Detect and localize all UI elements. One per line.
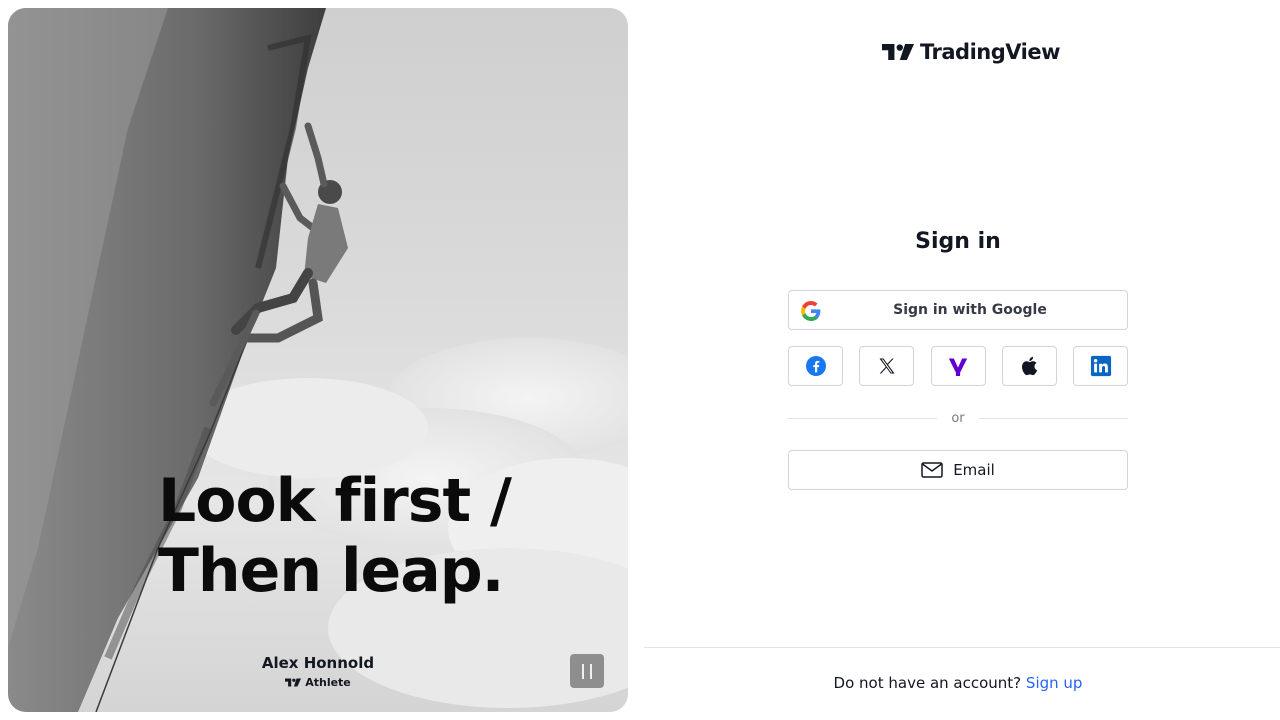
brand-logo[interactable]: TradingView bbox=[882, 40, 1060, 64]
email-signin-button[interactable]: Email bbox=[788, 450, 1128, 490]
athlete-name: Alex Honnold bbox=[261, 654, 375, 672]
climber-photo bbox=[8, 8, 628, 712]
or-label: or bbox=[951, 410, 965, 426]
brand-name: TradingView bbox=[920, 40, 1060, 64]
mail-icon bbox=[921, 462, 943, 478]
tradingview-logo-icon bbox=[882, 44, 914, 60]
signup-prompt-text: Do not have an account? bbox=[833, 674, 1022, 692]
email-signin-label: Email bbox=[953, 461, 995, 479]
signin-panel: TradingView Sign in Sign in with Google bbox=[644, 0, 1280, 720]
or-divider: or bbox=[788, 408, 1128, 428]
yahoo-signin-button[interactable] bbox=[930, 346, 986, 386]
pause-button[interactable] bbox=[570, 654, 604, 688]
yahoo-icon bbox=[948, 358, 968, 376]
linkedin-icon bbox=[1090, 355, 1111, 377]
google-signin-button[interactable]: Sign in with Google bbox=[788, 290, 1128, 330]
signup-link[interactable]: Sign up bbox=[1026, 674, 1083, 692]
x-icon bbox=[879, 358, 895, 374]
headline-line-2: Then leap. bbox=[158, 536, 504, 606]
x-signin-button[interactable] bbox=[859, 346, 915, 386]
apple-signin-button[interactable] bbox=[1001, 346, 1057, 386]
social-signin-row bbox=[788, 346, 1128, 386]
signup-prompt: Do not have an account? Sign up bbox=[644, 674, 1272, 692]
athlete-credit: Alex Honnold Athlete bbox=[244, 654, 392, 689]
signin-title: Sign in bbox=[915, 229, 1001, 254]
headline-line-1: Look first / bbox=[158, 466, 512, 536]
pause-icon bbox=[582, 663, 584, 679]
footer-divider bbox=[644, 647, 1280, 648]
apple-icon bbox=[1022, 356, 1038, 376]
google-signin-label: Sign in with Google bbox=[893, 302, 1047, 318]
linkedin-signin-button[interactable] bbox=[1073, 346, 1128, 386]
athlete-role-label: Athlete bbox=[305, 676, 351, 689]
tradingview-mini-logo-icon bbox=[285, 678, 302, 687]
facebook-icon bbox=[805, 356, 826, 376]
athlete-role: Athlete bbox=[244, 676, 392, 689]
facebook-signin-button[interactable] bbox=[788, 346, 843, 386]
google-icon bbox=[801, 301, 821, 321]
hero-banner: Look first / Then leap. Alex Honnold Ath… bbox=[8, 8, 628, 712]
hero-headline: Look first / Then leap. bbox=[158, 466, 512, 606]
